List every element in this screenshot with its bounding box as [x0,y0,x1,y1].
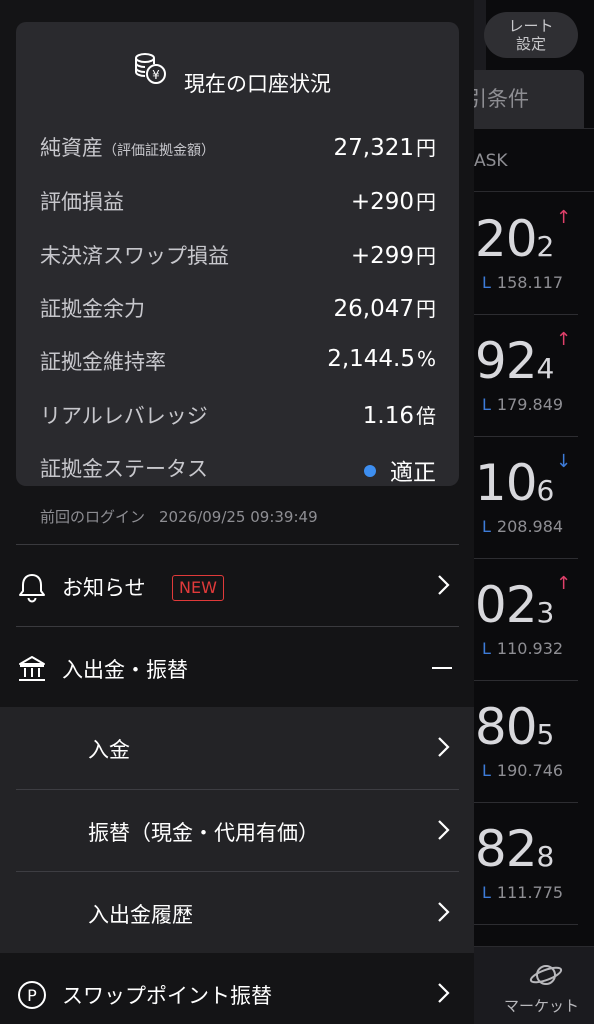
row-value: 2,144.5% [327,346,436,372]
conditions-tab[interactable]: 引条件 [460,70,584,128]
row-value: 26,047 円 [333,296,436,322]
quote-price: .924 [460,332,554,390]
submenu-item-transfer[interactable]: 振替（現金・代用有価） [0,790,474,872]
quote-low: L 110.932 [482,639,564,658]
quote-row[interactable]: .023 ↑ L 110.932 [460,559,578,681]
row-margin-status: 証拠金ステータス 適正 [40,447,436,487]
quote-price: .023 [460,576,554,634]
quote-price: .805 [460,698,554,756]
quote-row[interactable]: .828 L 111.775 [460,803,578,925]
side-drawer: ¥ 現在の口座状況 純資産（評価証拠金額） 27,321 円 評価損益 +290 円… [0,0,474,1024]
status-value: 適正 [364,453,436,487]
row-label: リアルレバレッジ [40,404,208,428]
chevron-right-icon [430,814,458,850]
row-label: 未決済スワップ損益 [40,244,229,268]
menu-item-deposit-transfer[interactable]: 入出金・振替 [0,627,474,709]
quote-price: .106 [460,454,554,512]
quote-low: L 208.984 [482,517,564,536]
chevron-right-icon [430,977,458,1013]
arrow-up-icon: ↑ [556,329,572,350]
deposit-transfer-submenu: 入金 振替（現金・代用有価） 入出金履歴 [0,707,474,953]
submenu-label: 振替（現金・代用有価） [88,821,319,845]
row-real-leverage: リアルレバレッジ 1.16 倍 [40,394,436,434]
last-login-datetime: 2026/09/25 09:39:49 [159,508,318,526]
quote-row[interactable]: .805 L 190.746 [460,681,578,803]
account-card-title: 現在の口座状況 [184,72,331,96]
quote-low: L 158.117 [482,273,564,292]
row-label: 評価損益 [40,190,124,214]
quote-price: .828 [460,820,554,878]
nav-market-label[interactable]: マーケット [504,995,579,1016]
chevron-right-icon [430,569,458,605]
svg-text:P: P [27,986,37,1005]
menu-label: 入出金・振替 [62,658,188,682]
quote-row[interactable]: .106 ↓ L 208.984 [460,437,578,559]
bank-icon [16,653,48,689]
row-label: 証拠金ステータス [40,457,208,481]
row-value: 1.16 倍 [362,403,436,429]
chevron-right-icon [430,731,458,767]
planet-icon[interactable] [528,959,564,995]
quote-price: .202 [460,210,554,268]
menu-label: お知らせ [62,576,146,600]
row-value: 27,321 円 [333,135,436,161]
last-login-label: 前回のログイン [40,508,146,526]
row-label: 証拠金維持率 [40,350,166,374]
collapse-minus-icon[interactable] [432,667,452,669]
menu-item-swap-point-transfer[interactable]: P スワップポイント振替 [0,953,474,1024]
submenu-label: 入出金履歴 [88,903,193,927]
row-margin-ratio: 証拠金維持率 2,144.5% [40,340,436,380]
row-net-assets: 純資産（評価証拠金額） 27,321 円 [40,126,436,166]
menu-item-notices[interactable]: お知らせ NEW [0,545,474,627]
row-value: +290 円 [350,189,436,215]
screen: レート 設定 引条件 ASK .202 ↑ L 158.117.924 ↑ L 179.84… [0,0,594,1024]
chevron-right-icon [430,896,458,932]
quote-low: L 190.746 [482,761,564,780]
quote-low: L 111.775 [482,883,564,902]
submenu-label: 入金 [88,738,130,762]
account-status-card: ¥ 現在の口座状況 純資産（評価証拠金額） 27,321 円 評価損益 +290 円… [16,22,459,486]
quote-low: L 179.849 [482,395,564,414]
bell-icon [16,571,48,607]
rate-settings-button[interactable]: レート 設定 [484,12,578,58]
p-circle-icon: P [16,979,48,1015]
row-label: 証拠金余力 [40,297,145,321]
row-unsettled-swap: 未決済スワップ損益 +299 円 [40,234,436,274]
row-margin-available: 証拠金余力 26,047 円 [40,287,436,327]
bottom-nav: マーケット [474,946,594,1024]
row-value: +299 円 [350,243,436,269]
submenu-item-deposit[interactable]: 入金 [0,707,474,789]
status-dot [364,465,376,477]
last-login: 前回のログイン 2026/09/25 09:39:49 [40,506,318,527]
arrow-up-icon: ↑ [556,207,572,228]
arrow-up-icon: ↑ [556,573,572,594]
quote-row[interactable]: .202 ↑ L 158.117 [460,193,578,315]
arrow-down-icon: ↓ [556,451,572,472]
row-label: 純資産（評価証拠金額） [40,136,215,160]
row-valuation-pl: 評価損益 +290 円 [40,180,436,220]
quote-row[interactable]: .924 ↑ L 179.849 [460,315,578,437]
submenu-item-history[interactable]: 入出金履歴 [0,872,474,954]
menu-label: スワップポイント振替 [62,984,272,1008]
ask-column-header: ASK [460,128,594,192]
new-badge: NEW [172,575,224,601]
